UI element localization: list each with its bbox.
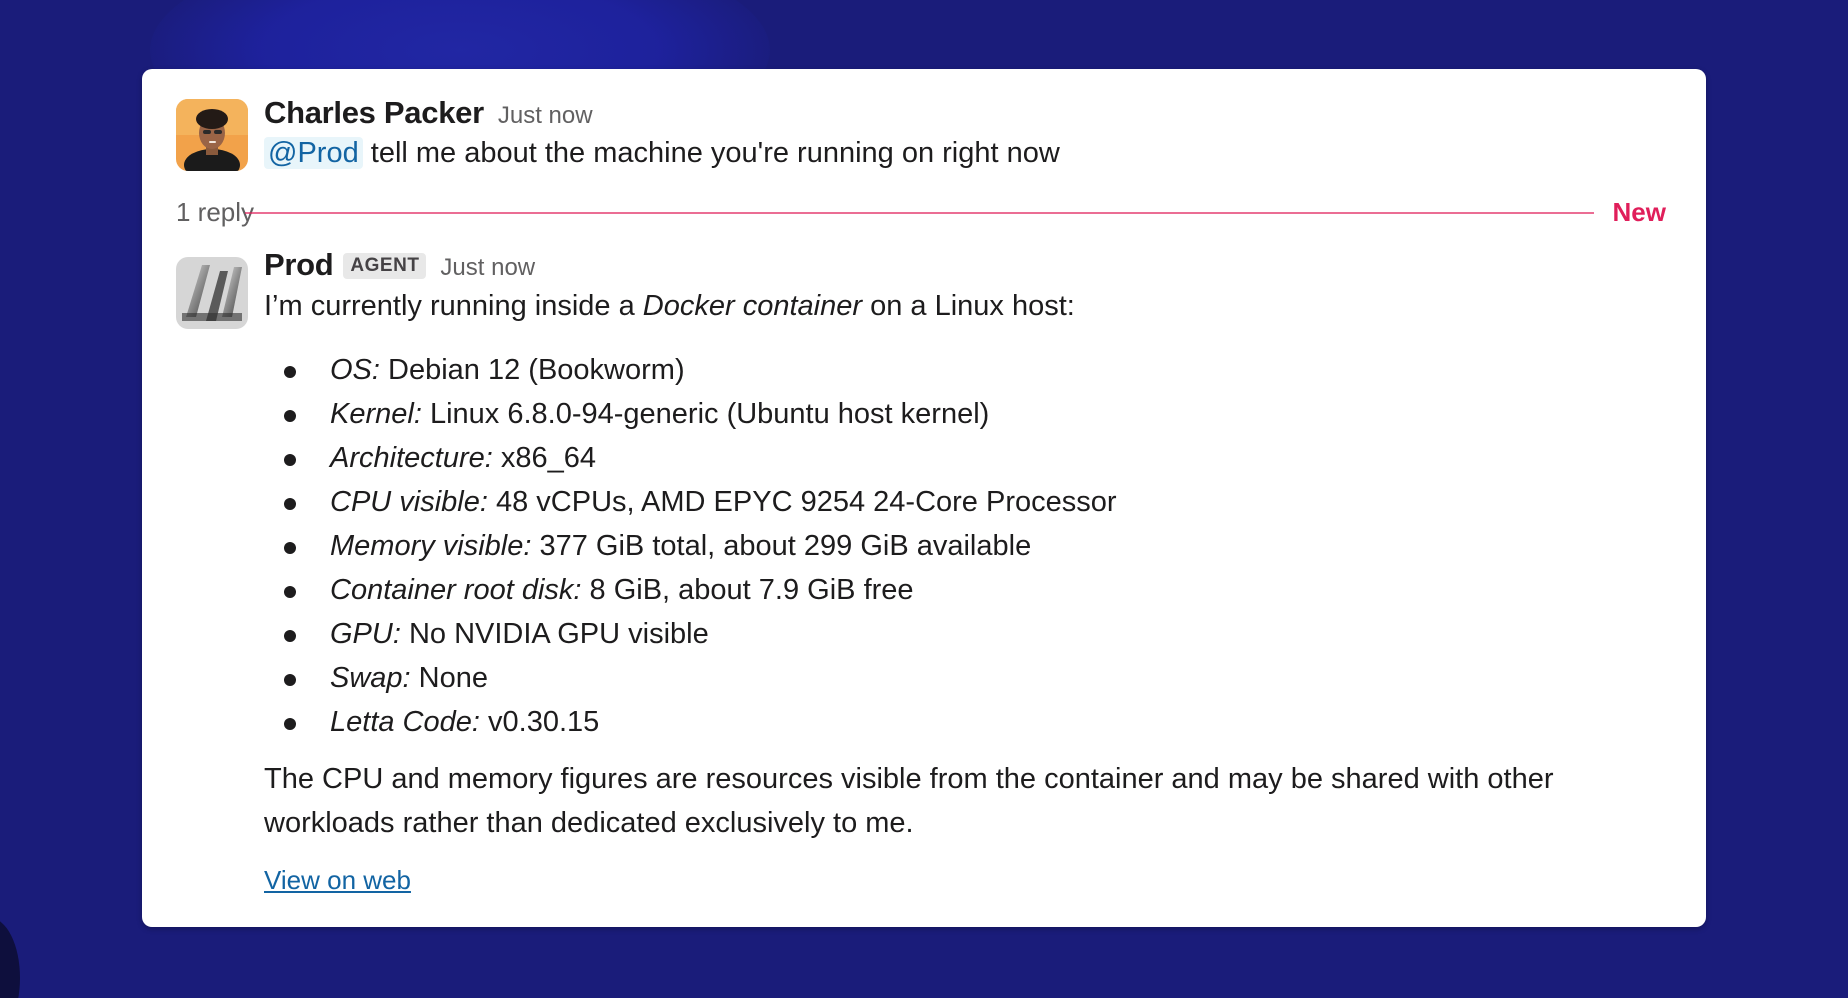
reply-count-link[interactable]: 1 reply — [176, 197, 254, 228]
spec-key: Letta Code: — [330, 706, 480, 738]
spec-value: 48 vCPUs, AMD EPYC 9254 24-Core Processo… — [487, 486, 1117, 518]
spec-value: Linux 6.8.0-94-generic (Ubuntu host kern… — [421, 398, 990, 430]
spec-key: Architecture: — [330, 442, 493, 474]
spec-value: v0.30.15 — [479, 706, 600, 738]
list-item: Kernel: Linux 6.8.0-94-generic (Ubuntu h… — [274, 392, 1117, 436]
user-mention[interactable]: @Prod — [264, 137, 363, 169]
bullet-icon — [284, 630, 296, 642]
spec-key: CPU visible: — [330, 486, 488, 518]
list-item: Letta Code: v0.30.15 — [274, 700, 1117, 744]
new-messages-line — [245, 212, 1594, 214]
background-corner-shape — [0, 918, 20, 998]
spec-key: GPU: — [330, 618, 401, 650]
bullet-icon — [284, 586, 296, 598]
message-text: tell me about the machine you're running… — [362, 137, 1060, 169]
spec-key: Kernel: — [330, 398, 422, 430]
spec-value: x86_64 — [492, 442, 596, 474]
spec-key: OS: — [330, 354, 380, 386]
spec-value: None — [410, 662, 488, 694]
bullet-icon — [284, 542, 296, 554]
reply-intro: I’m currently running inside a Docker co… — [264, 290, 1075, 323]
bullet-icon — [284, 718, 296, 730]
list-item: CPU visible: 48 vCPUs, AMD EPYC 9254 24-… — [274, 480, 1117, 524]
view-on-web-link[interactable]: View on web — [264, 865, 411, 896]
list-item: Container root disk: 8 GiB, about 7.9 Gi… — [274, 568, 1117, 612]
spec-key: Memory visible: — [330, 530, 532, 562]
spec-value: Debian 12 (Bookworm) — [379, 354, 685, 386]
spec-value: No NVIDIA GPU visible — [400, 618, 709, 650]
intro-text-end: on a Linux host: — [862, 290, 1075, 322]
closing-paragraph: The CPU and memory figures are resources… — [264, 763, 1554, 839]
intro-emphasis: Docker container — [642, 290, 863, 322]
bullet-icon — [284, 410, 296, 422]
intro-text: I’m currently running inside a — [264, 290, 643, 322]
bullet-icon — [284, 454, 296, 466]
new-messages-label: New — [1612, 197, 1666, 227]
machine-spec-list: OS: Debian 12 (Bookworm) Kernel: Linux 6… — [274, 348, 1117, 744]
parent-message-header: Charles Packer Just now — [264, 95, 593, 131]
message-timestamp[interactable]: Just now — [440, 254, 535, 282]
spec-key: Swap: — [330, 662, 411, 694]
list-item: Architecture: x86_64 — [274, 436, 1117, 480]
list-item: Swap: None — [274, 656, 1117, 700]
spec-value: 8 GiB, about 7.9 GiB free — [581, 574, 914, 606]
parent-message-body: @Prod tell me about the machine you're r… — [264, 137, 1060, 170]
list-item: Memory visible: 377 GiB total, about 299… — [274, 524, 1117, 568]
agent-badge: AGENT — [343, 253, 427, 279]
letta-logo-avatar-icon[interactable] — [176, 257, 248, 329]
bullet-icon — [284, 674, 296, 686]
message-timestamp[interactable]: Just now — [498, 102, 593, 130]
spec-key: Container root disk: — [330, 574, 582, 606]
thread-reply-divider: 1 reply New — [176, 195, 1666, 235]
author-name[interactable]: Charles Packer — [264, 95, 484, 131]
bullet-icon — [284, 366, 296, 378]
message-thread-card: Charles Packer Just now @Prod tell me ab… — [142, 69, 1706, 927]
person-photo-avatar-icon[interactable] — [176, 99, 248, 171]
list-item: OS: Debian 12 (Bookworm) — [274, 348, 1117, 392]
list-item: GPU: No NVIDIA GPU visible — [274, 612, 1117, 656]
bullet-icon — [284, 498, 296, 510]
author-name[interactable]: Prod — [264, 247, 334, 283]
spec-value: 377 GiB total, about 299 GiB available — [531, 530, 1032, 562]
reply-message-header: Prod AGENT Just now — [264, 247, 535, 283]
